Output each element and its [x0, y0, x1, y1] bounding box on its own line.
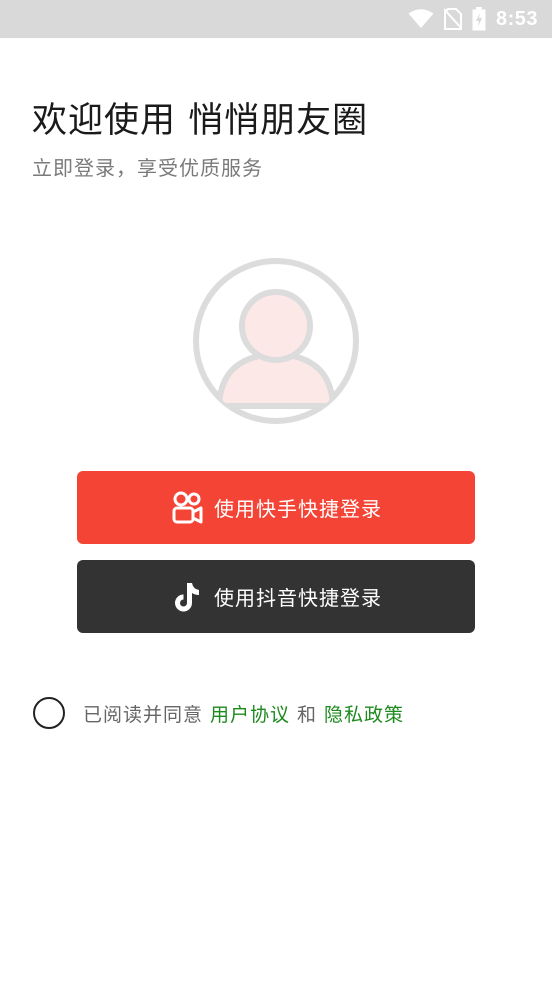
- page-title: 欢迎使用 悄悄朋友圈: [32, 101, 369, 141]
- agreement-prefix: 已阅读并同意: [83, 703, 204, 726]
- kuaishou-login-button[interactable]: 使用快手快捷登录: [77, 471, 475, 544]
- no-sim-icon: [443, 8, 462, 30]
- privacy-policy-link[interactable]: 隐私政策: [324, 700, 404, 727]
- douyin-login-button[interactable]: 使用抖音快捷登录: [77, 560, 475, 633]
- douyin-login-label: 使用抖音快捷登录: [214, 586, 382, 610]
- agreement-row: 已阅读并同意 用户协议 和 隐私政策: [33, 697, 404, 729]
- status-time: 8:53: [495, 7, 538, 30]
- agreement-conjunction: 和: [297, 703, 318, 726]
- douyin-logo-icon: [170, 580, 204, 614]
- agreement-checkbox[interactable]: [33, 697, 65, 729]
- status-bar: 8:53: [0, 0, 552, 38]
- user-agreement-link[interactable]: 用户协议: [210, 700, 290, 727]
- user-avatar-icon: [191, 256, 361, 426]
- kuaishou-logo-icon: [170, 491, 204, 525]
- wifi-icon: [408, 9, 434, 29]
- page-subtitle: 立即登录，享受优质服务: [32, 156, 263, 180]
- kuaishou-login-label: 使用快手快捷登录: [214, 497, 382, 521]
- battery-charging-icon: [472, 7, 486, 31]
